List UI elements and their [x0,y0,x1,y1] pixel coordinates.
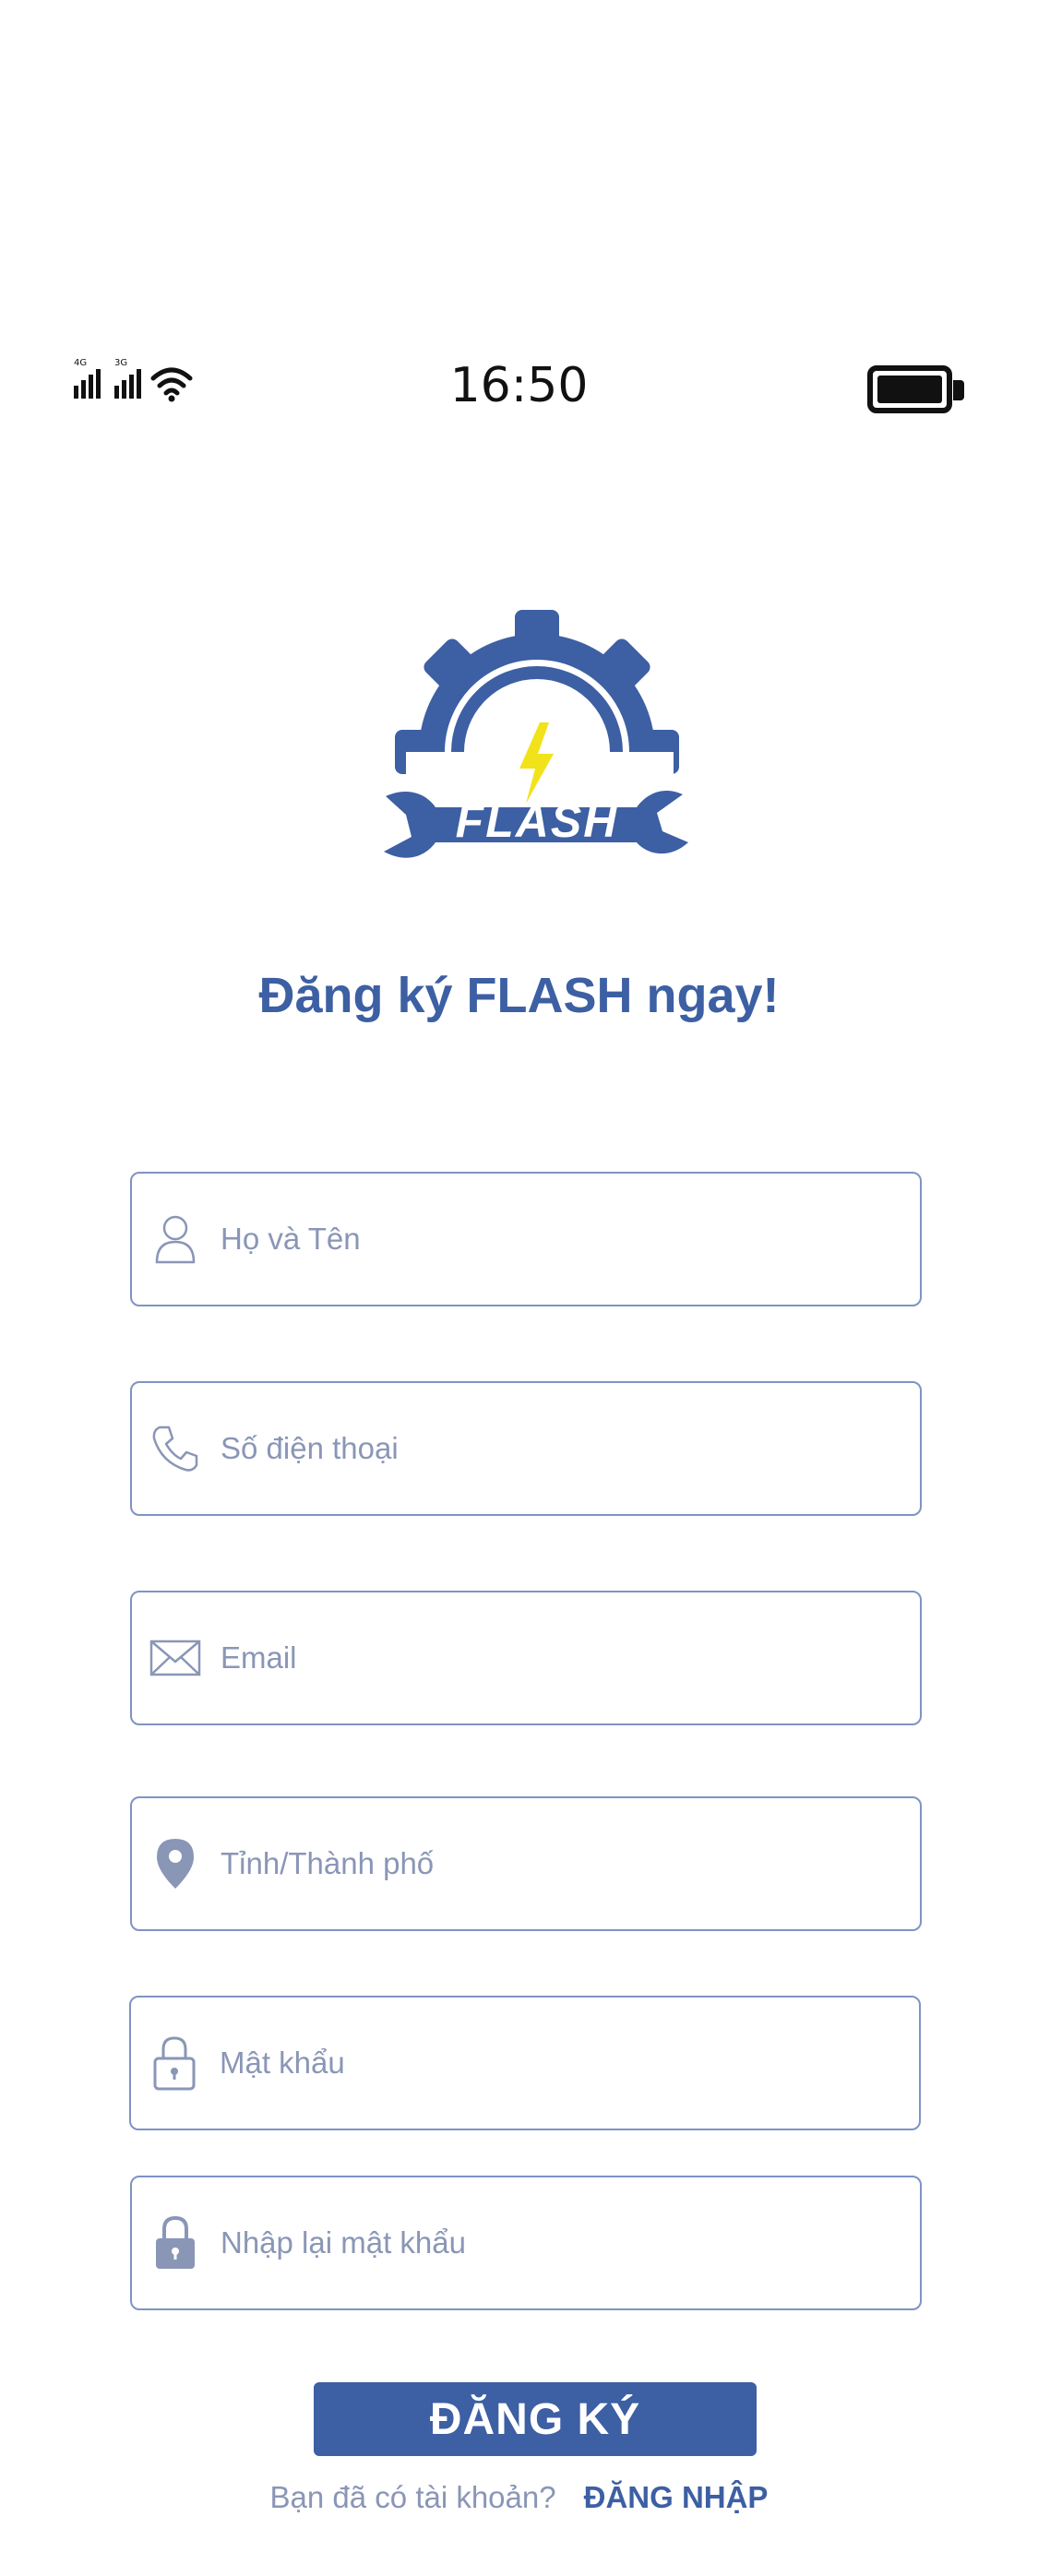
email-input[interactable] [219,1629,920,1687]
flash-logo: FLASH [384,610,688,872]
full-name-input[interactable] [219,1210,920,1268]
location-pin-icon [149,1837,202,1890]
confirm-password-field[interactable] [130,2176,922,2310]
phone-field[interactable] [130,1381,922,1516]
page-title: Đăng ký FLASH ngay! [258,968,780,1023]
city-field[interactable] [130,1796,922,1931]
battery-icon [867,365,952,413]
phone-input[interactable] [219,1420,920,1477]
password-input[interactable] [218,2034,919,2092]
password-field[interactable] [129,1996,921,2130]
lock-outline-icon [148,2036,201,2091]
full-name-field[interactable] [130,1172,922,1306]
login-link[interactable]: ĐĂNG NHẬP [584,2480,769,2514]
login-prompt: Bạn đã có tài khoản? ĐĂNG NHẬP [0,2480,1038,2515]
user-icon [149,1212,202,1266]
email-field[interactable] [130,1591,922,1725]
register-button[interactable]: ĐĂNG KÝ [314,2382,757,2456]
confirm-password-input[interactable] [219,2214,920,2272]
lock-filled-icon [149,2215,202,2270]
city-input[interactable] [219,1835,920,1892]
logo-text: FLASH [456,795,619,847]
phone-icon [149,1422,202,1475]
mail-icon [149,1631,202,1685]
battery-tip [953,380,964,400]
login-question: Bạn đã có tài khoản? [269,2480,556,2514]
